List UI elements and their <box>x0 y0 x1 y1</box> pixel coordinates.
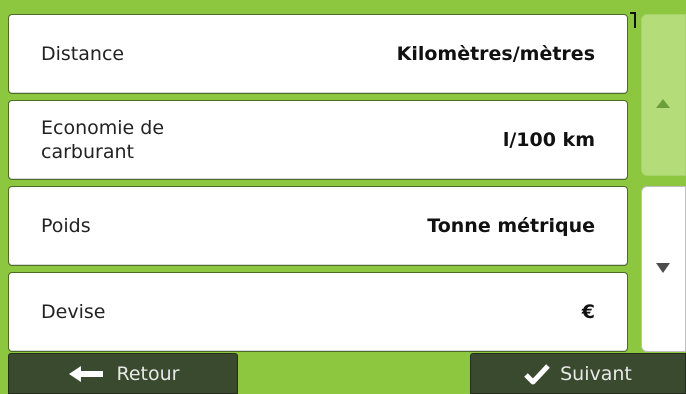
corner-marker <box>630 12 636 28</box>
scroll-down-button[interactable] <box>641 186 686 352</box>
setting-value: Tonne métrique <box>427 215 595 237</box>
setting-label: Devise <box>41 301 106 323</box>
setting-value: Kilomètres/mètres <box>396 43 595 65</box>
back-button[interactable]: Retour <box>8 353 238 394</box>
setting-label: Economie de carburant <box>41 117 165 163</box>
back-label: Retour <box>116 362 180 385</box>
setting-row-weight[interactable]: Poids Tonne métrique <box>8 186 628 266</box>
scroll-up-button[interactable] <box>641 14 686 176</box>
setting-row-distance[interactable]: Distance Kilomètres/mètres <box>8 14 628 94</box>
next-button[interactable]: Suivant <box>470 353 686 394</box>
setting-value: € <box>581 301 595 323</box>
triangle-up-icon <box>656 99 670 108</box>
arrow-left-icon <box>68 365 103 382</box>
setting-label: Distance <box>41 43 125 65</box>
checkmark-icon <box>524 363 550 384</box>
setting-row-currency[interactable]: Devise € <box>8 272 628 352</box>
setting-label: Poids <box>41 215 91 237</box>
next-label: Suivant <box>560 362 632 385</box>
setting-value: l/100 km <box>502 129 595 151</box>
triangle-down-icon <box>656 263 670 273</box>
setting-row-fuel-economy[interactable]: Economie de carburant l/100 km <box>8 100 628 180</box>
